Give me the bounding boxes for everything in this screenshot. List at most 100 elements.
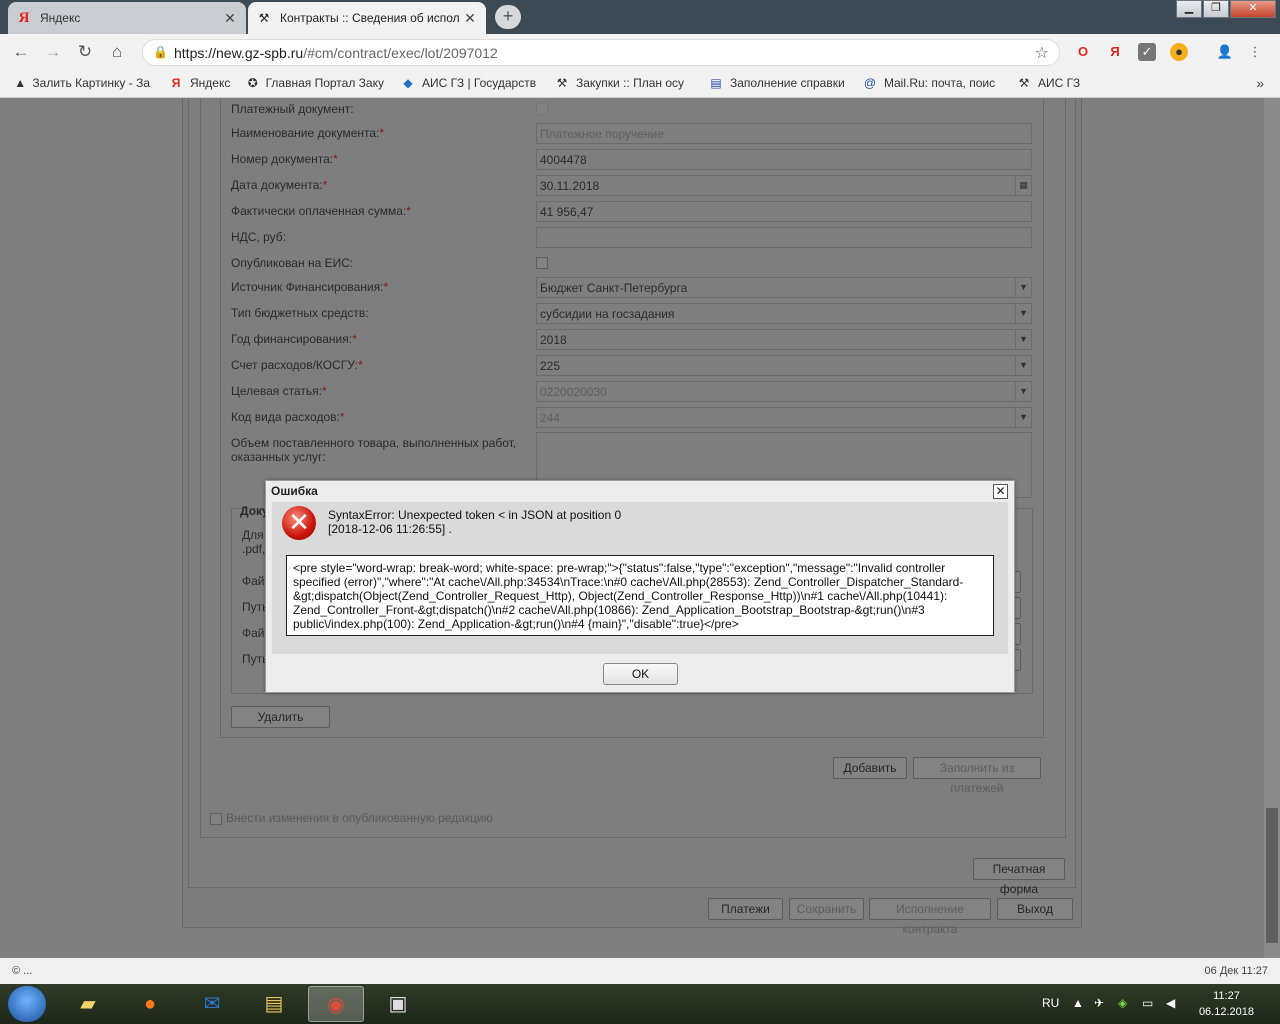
- contract-execution-button[interactable]: Исполнение контракта: [869, 898, 991, 936]
- fill-from-payments-button[interactable]: Заполнить из платежей: [913, 757, 1041, 795]
- mail-at-icon: @: [863, 76, 877, 90]
- new-tab-button[interactable]: +: [495, 5, 521, 29]
- funding-year-select[interactable]: 2018 ▼: [536, 329, 1032, 350]
- label-text: Опубликован на ЕИС:: [231, 256, 354, 270]
- gem-icon: ◆: [403, 76, 413, 90]
- exit-button[interactable]: Выход: [997, 898, 1073, 920]
- more-bookmarks-icon[interactable]: »: [1256, 75, 1264, 91]
- bookmark-item[interactable]: @ Mail.Ru: почта, поис: [862, 76, 1000, 90]
- forward-icon[interactable]: →: [42, 42, 64, 64]
- tab-yandex[interactable]: Я Яндекс ✕: [8, 2, 246, 34]
- outlook-icon[interactable]: ✉: [184, 986, 240, 1022]
- chevron-down-icon[interactable]: ▼: [1015, 330, 1031, 349]
- bookmark-item[interactable]: ⚒ АИС ГЗ: [1016, 76, 1096, 90]
- delete-button[interactable]: Удалить: [231, 706, 330, 728]
- volume-icon[interactable]: ◀: [1166, 996, 1175, 1010]
- document-number-input[interactable]: 4004478: [536, 149, 1032, 170]
- date-value: 30.11.2018: [540, 179, 600, 193]
- bookmark-label: Залить Картинку - За: [32, 76, 150, 90]
- tab-contracts[interactable]: ⚒ Контракты :: Сведения об испол ✕: [248, 2, 486, 34]
- status-strip: © ... 06 Дек 11:27: [0, 958, 1280, 984]
- target-article-label: Целевая статья:*: [231, 384, 327, 398]
- select-value: 0220020030: [540, 385, 607, 399]
- chevron-down-icon[interactable]: ▼: [1015, 356, 1031, 375]
- print-form-button[interactable]: Печатная форма: [973, 858, 1065, 896]
- bookmark-label: Главная Портал Заку: [265, 76, 384, 90]
- publish-changes-checkbox[interactable]: [210, 813, 222, 825]
- firefox-icon[interactable]: ●: [122, 986, 178, 1022]
- funding-source-select[interactable]: Бюджет Санкт-Петербурга ▼: [536, 277, 1032, 298]
- bookmark-star-icon[interactable]: ☆: [1035, 43, 1049, 63]
- scrollbar-thumb[interactable]: [1266, 808, 1278, 943]
- chevron-down-icon[interactable]: ▼: [1015, 304, 1031, 323]
- bookmark-label: Яндекс: [190, 76, 231, 90]
- bookmark-item[interactable]: ◆ АИС ГЗ | Государств: [400, 76, 538, 90]
- close-window-button[interactable]: ✕: [1230, 0, 1276, 18]
- tray-expand-icon[interactable]: ▲: [1072, 996, 1084, 1010]
- expense-account-select[interactable]: 225 ▼: [536, 355, 1032, 376]
- published-eis-checkbox[interactable]: [536, 257, 548, 269]
- folder-icon[interactable]: ▤: [246, 986, 302, 1022]
- hammer-icon: ⚒: [258, 11, 270, 25]
- tray-app-icon[interactable]: ✈: [1094, 996, 1104, 1010]
- document-name-input[interactable]: Платежное поручение: [536, 123, 1032, 144]
- chevron-down-icon[interactable]: ▼: [1015, 278, 1031, 297]
- label-text: Источник Финансирования:: [231, 280, 384, 294]
- bookmark-item[interactable]: ▤ Заполнение справки: [708, 76, 846, 90]
- network-icon[interactable]: ▭: [1142, 996, 1153, 1010]
- label-text: Номер документа:: [231, 152, 334, 166]
- bookmark-item[interactable]: ▲ Залить Картинку - За: [14, 76, 150, 90]
- bookmark-item[interactable]: Я Яндекс: [168, 76, 232, 90]
- chrome-icon[interactable]: ◉: [308, 986, 364, 1022]
- file-label: Фай: [242, 574, 265, 588]
- opera-icon[interactable]: O: [1074, 43, 1092, 61]
- close-tab-icon[interactable]: ✕: [222, 10, 238, 27]
- paid-amount-input[interactable]: 41 956,47: [536, 201, 1032, 222]
- back-icon[interactable]: ←: [10, 42, 32, 64]
- clock-time: 11:27: [1213, 990, 1240, 1002]
- budget-type-select[interactable]: субсидии на госзадания ▼: [536, 303, 1032, 324]
- reload-icon[interactable]: ↻: [74, 42, 96, 64]
- maximize-button[interactable]: ❐: [1203, 0, 1229, 18]
- clock[interactable]: 11:27 06.12.2018: [1199, 988, 1254, 1020]
- start-button[interactable]: [8, 986, 46, 1022]
- tab-title: Яндекс: [40, 11, 81, 25]
- language-indicator[interactable]: RU: [1042, 996, 1059, 1010]
- error-dialog: Ошибка ✕ ✕ SyntaxError: Unexpected token…: [265, 480, 1015, 693]
- chevron-down-icon[interactable]: ▼: [1015, 382, 1031, 401]
- extension-badge-icon[interactable]: ●: [1170, 43, 1188, 61]
- url-input[interactable]: 🔒 https://new.gz-spb.ru/#cm/contract/exe…: [142, 39, 1060, 66]
- add-button[interactable]: Добавить: [833, 757, 907, 779]
- close-icon[interactable]: ✕: [993, 484, 1008, 499]
- dialog-body: ✕ SyntaxError: Unexpected token < in JSO…: [272, 502, 1008, 654]
- bookmark-item[interactable]: ✪ Главная Портал Заку: [246, 76, 384, 90]
- close-tab-icon[interactable]: ✕: [462, 10, 478, 27]
- bookmark-item[interactable]: ⚒ Закупки :: План осу: [554, 76, 692, 90]
- document-date-input[interactable]: 30.11.2018 ▦: [536, 175, 1032, 196]
- windows-taskbar: ▰ ● ✉ ▤ ◉ ▣ RU ▲ ✈ ◈ ▭ ◀ 11:27 06.12.201…: [0, 984, 1280, 1024]
- chevron-down-icon[interactable]: ▼: [1015, 408, 1031, 427]
- notes-icon[interactable]: ▰: [60, 986, 116, 1022]
- payment-document-checkbox[interactable]: [536, 103, 548, 115]
- required-mark: *: [333, 152, 338, 166]
- required-mark: *: [383, 280, 389, 294]
- minimize-button[interactable]: ▁: [1176, 0, 1202, 18]
- account-icon[interactable]: 👤: [1216, 43, 1234, 61]
- home-icon[interactable]: ⌂: [106, 42, 128, 64]
- payments-button[interactable]: Платежи: [708, 898, 783, 920]
- expense-type-code-select[interactable]: 244 ▼: [536, 407, 1032, 428]
- save-button[interactable]: Сохранить: [789, 898, 864, 920]
- ok-button[interactable]: OK: [603, 663, 678, 685]
- fax-icon[interactable]: ▣: [370, 986, 426, 1022]
- vat-input[interactable]: [536, 227, 1032, 248]
- yandex-ext-icon[interactable]: Я: [1106, 43, 1124, 61]
- calendar-icon[interactable]: ▦: [1015, 176, 1031, 195]
- paid-amount-label: Фактически оплаченная сумма:*: [231, 204, 411, 218]
- page-scrollbar[interactable]: [1264, 98, 1280, 958]
- target-article-select[interactable]: 0220020030 ▼: [536, 381, 1032, 402]
- extension-icon[interactable]: ✓: [1138, 43, 1156, 61]
- yandex-icon: Я: [18, 9, 30, 26]
- antivirus-icon[interactable]: ◈: [1118, 996, 1127, 1010]
- url-path: /#cm/contract/exec/lot/2097012: [303, 45, 498, 61]
- menu-icon[interactable]: ⋮: [1246, 43, 1264, 61]
